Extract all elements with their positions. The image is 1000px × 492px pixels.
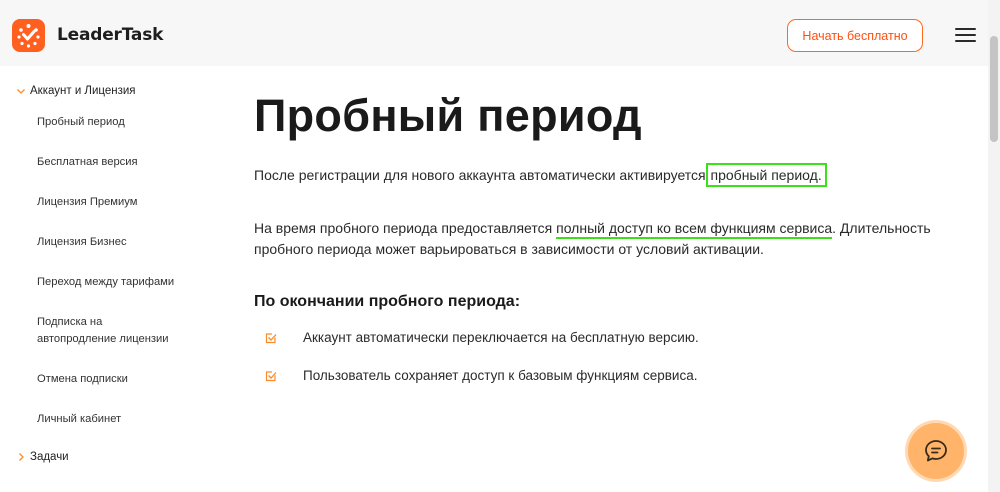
sidebar-item-cancel-subscription[interactable]: Отмена подписки (37, 371, 128, 388)
leadertask-logo-icon[interactable] (12, 19, 45, 52)
sidebar-item-business[interactable]: Лицензия Бизнес (37, 234, 127, 251)
sidebar-section-tasks[interactable]: Задачи (16, 451, 69, 463)
sidebar-item-cabinet[interactable]: Личный кабинет (37, 411, 121, 428)
brand-name[interactable]: LeaderTask (57, 25, 163, 45)
site-header: LeaderTask Начать бесплатно (0, 0, 988, 66)
list-item-text: Аккаунт автоматически переключается на б… (303, 330, 699, 345)
hamburger-icon[interactable] (955, 28, 976, 44)
sidebar-section-label: Задачи (30, 451, 69, 463)
sidebar-item-free[interactable]: Бесплатная версия (37, 154, 138, 171)
intro-text: После регистрации для нового аккаунта ав… (254, 167, 710, 183)
page-title: Пробный период (254, 90, 642, 141)
list-item-text: Пользователь сохраняет доступ к базовым … (303, 368, 698, 383)
sidebar-item-trial[interactable]: Пробный период (37, 114, 125, 131)
access-text-before: На время пробного периода предоставляетс… (254, 220, 557, 236)
chat-button[interactable] (908, 423, 964, 479)
start-free-button[interactable]: Начать бесплатно (787, 19, 923, 52)
section-heading: По окончании пробного периода: (254, 293, 521, 310)
scrollbar-thumb[interactable] (990, 36, 998, 142)
sidebar-section-account[interactable]: Аккаунт и Лицензия (16, 85, 136, 97)
sidebar: Аккаунт и Лицензия Пробный период Беспла… (0, 66, 230, 492)
checkbox-icon (265, 370, 277, 381)
sidebar-item-autorenew-line1[interactable]: Подписка на (37, 314, 102, 331)
chevron-right-icon (19, 453, 24, 461)
list-item: Пользователь сохраняет доступ к базовым … (265, 368, 697, 383)
paragraph-access: На время пробного периода предоставляетс… (254, 218, 984, 260)
sidebar-section-label: Аккаунт и Лицензия (30, 85, 136, 97)
sidebar-item-switch-tariff[interactable]: Переход между тарифами (37, 274, 174, 291)
list-item: Аккаунт автоматически переключается на б… (265, 330, 699, 345)
access-text-after: . Длительность (832, 220, 931, 236)
checkbox-icon (265, 332, 277, 343)
highlight-full-access: полный доступ ко всем функциям сервиса (556, 220, 833, 239)
sidebar-item-premium[interactable]: Лицензия Премиум (37, 194, 137, 211)
paragraph-intro: После регистрации для нового аккаунта ав… (254, 163, 984, 187)
highlight-trial-period: пробный период. (705, 163, 827, 187)
access-text-line2: пробного периода может варьироваться в з… (254, 241, 764, 257)
chevron-down-icon (17, 89, 25, 94)
sidebar-item-autorenew-line2[interactable]: автопродление лицензии (37, 331, 169, 348)
chat-bubble-icon (925, 440, 947, 462)
